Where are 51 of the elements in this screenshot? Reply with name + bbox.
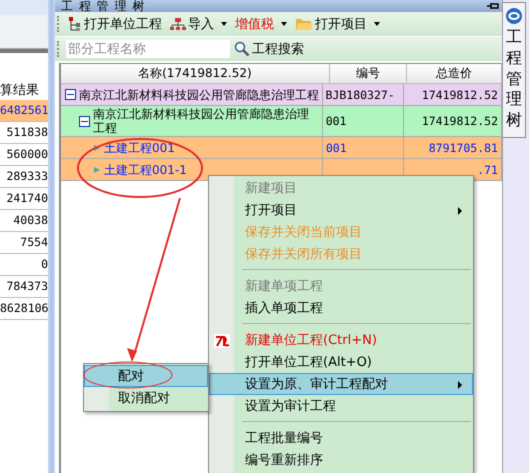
toolbar-button[interactable]: 打开单位工程	[66, 14, 164, 34]
toolbar-button[interactable]: 增值税	[233, 14, 289, 34]
tree-row[interactable]: 南京江北新材料科技园公用管廊隐患治理工程 BJB180327- 17419812.52	[61, 84, 502, 106]
menu-item[interactable]: 设置为原、审计工程配对	[209, 373, 473, 395]
new-file-icon	[214, 334, 230, 348]
side-tab[interactable]: 工程管理树	[503, 2, 526, 138]
pin-icon[interactable]	[487, 2, 499, 10]
menu-item[interactable]: 工程批量编号	[209, 427, 473, 449]
tree-icon	[68, 16, 82, 32]
toolbar-button[interactable]: 打开项目	[293, 14, 382, 34]
submenu-arrow-icon	[458, 207, 462, 215]
table-cell: 001	[322, 137, 404, 158]
collapse-icon[interactable]	[65, 89, 76, 100]
search-icon	[234, 41, 250, 57]
table-cell: 8791705.81	[404, 137, 502, 158]
menu-item[interactable]: 插入单项工程	[209, 297, 473, 319]
column-header[interactable]: 总造价	[407, 64, 502, 83]
header-bar	[0, 0, 48, 15]
tree-row[interactable]: 南京江北新材料科技园公用管廊隐患治理工程 001 17419812.52	[61, 106, 502, 137]
tree-row[interactable]: 土建工程001 001 8791705.81	[61, 137, 502, 159]
menu-item[interactable]: 打开单位工程(Alt+O)	[209, 351, 473, 373]
column-header[interactable]: 编号	[330, 64, 408, 83]
tree-item-name: 南京江北新材料科技园公用管廊隐患治理工程	[93, 106, 310, 136]
column-header[interactable]: 名称(17419812.52)	[61, 64, 330, 83]
tab-strip	[0, 15, 48, 49]
tree-item-name: 土建工程001	[104, 140, 175, 156]
search-field[interactable]: 部分工程名称	[66, 40, 230, 58]
table-cell: 6482561	[0, 100, 48, 122]
collapse-icon[interactable]	[79, 116, 90, 126]
tree-item-name: 土建工程001-1	[104, 162, 187, 178]
table-cell: BJB180327-	[322, 84, 404, 105]
folder-icon	[295, 17, 313, 31]
table-cell: 17419812.52	[404, 84, 502, 105]
menu-item[interactable]: 编号重新排序	[209, 449, 473, 471]
column-header: 算结果	[0, 82, 40, 100]
table-cell: 001	[322, 106, 404, 136]
leaf-icon	[93, 144, 101, 152]
tree-item-name: 南京江北新材料科技园公用管廊隐患治理工程	[79, 86, 319, 102]
menu-item[interactable]: 配对	[84, 365, 208, 387]
table-cell: 17419812.52	[404, 106, 502, 136]
hierarchy-icon	[170, 17, 186, 31]
submenu-arrow-icon	[458, 381, 462, 389]
ring-logo-icon	[505, 7, 523, 25]
menu-item[interactable]: 打开项目	[209, 199, 473, 221]
menu-item[interactable]: 新建单位工程(Ctrl+N)	[209, 329, 473, 351]
panel-title: 工 程 管 理 树	[61, 0, 146, 12]
menu-item[interactable]: 取消配对	[84, 387, 208, 409]
leaf-icon	[93, 166, 101, 174]
toolbar-button[interactable]: 导入	[168, 14, 229, 34]
search-button[interactable]: 工程搜索	[234, 40, 304, 58]
menu-item[interactable]: 设置为审计工程	[209, 395, 473, 417]
